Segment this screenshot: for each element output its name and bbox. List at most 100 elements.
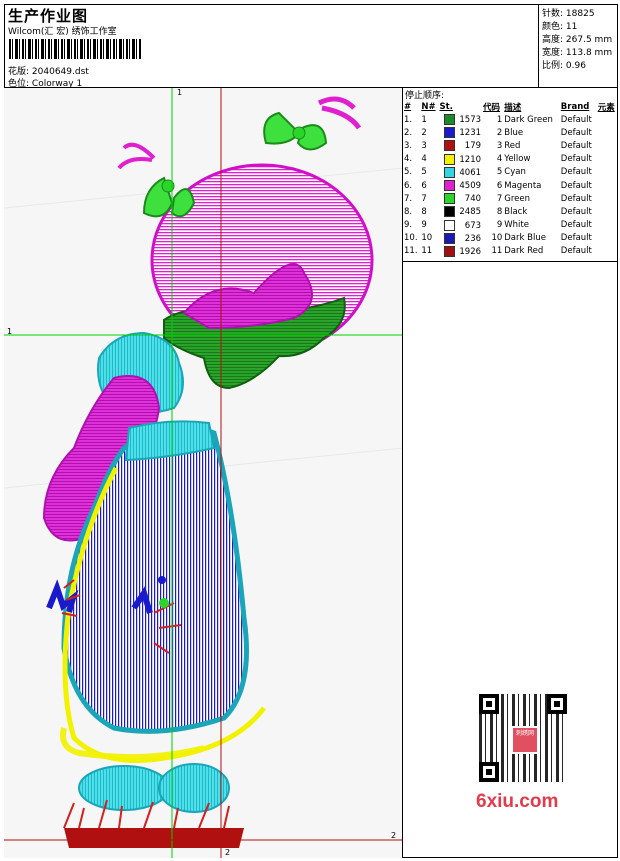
company-name: Wilcom(汇 宏) 绣饰工作室: [8, 27, 117, 37]
row-number: 8: [421, 206, 427, 217]
stitch-count-value: 1573: [459, 115, 482, 126]
color-swatch: [444, 180, 456, 192]
col-description: 描述: [504, 102, 522, 113]
color-swatch: [444, 166, 456, 178]
row-description: White: [504, 220, 529, 231]
row-description: Black: [504, 206, 528, 217]
row-brand: Default: [560, 154, 592, 165]
stop-sequence-panel: 停止顺序: # N# St. 代码 描述 Brand 元素 1. 1 1573 1 Da…: [403, 88, 618, 858]
row-element: [597, 126, 618, 139]
row-stitches: 2485: [438, 205, 482, 218]
table-row: 1. 1 1573 1 Dark Green Default: [403, 113, 618, 126]
col-index: #: [404, 101, 412, 112]
row-description: Red: [504, 140, 521, 151]
col-brand: Brand: [560, 101, 590, 112]
watermark-text: 6xiu.com: [476, 791, 559, 812]
stitch-count-value: 4509: [459, 181, 482, 192]
row-brand: Default: [560, 220, 592, 231]
row-index: 9.: [404, 220, 413, 231]
stitch-count-value: 673: [464, 220, 482, 231]
row-index: 11.: [404, 246, 418, 257]
row-brand: Default: [560, 127, 592, 138]
row-description: Green: [504, 193, 531, 204]
embroidery-preview: 1 1 2 2: [4, 88, 403, 858]
row-code: 2: [496, 127, 503, 138]
green-bow-left: [117, 142, 196, 218]
row-stitches: 1926: [438, 245, 482, 258]
row-index: 8.: [404, 206, 413, 217]
page-title: 生产作业图: [8, 7, 89, 25]
qr-finder-icon: [479, 694, 499, 714]
row-index: 5.: [404, 167, 413, 178]
stitch-count-value: 1231: [459, 128, 482, 139]
row-brand: Default: [560, 140, 592, 151]
row-element: [597, 113, 618, 126]
color-swatch: [444, 245, 456, 257]
row-element: [597, 232, 618, 245]
row-index: 2.: [404, 127, 413, 138]
color-swatch: [444, 193, 456, 205]
stitch-count-value: 4061: [459, 167, 482, 178]
row-code: 8: [496, 206, 503, 217]
color-count: 颜色: 11: [542, 22, 578, 32]
table-row: 8. 8 2485 8 Black Default: [403, 205, 618, 218]
row-stitches: 1210: [438, 153, 482, 166]
row-number: 9: [421, 220, 427, 231]
row-brand: Default: [560, 206, 592, 217]
row-code: 1: [496, 114, 503, 125]
row-element: [597, 219, 618, 232]
color-swatch: [444, 219, 456, 231]
row-brand: Default: [560, 193, 592, 204]
row-element: [597, 139, 618, 152]
row-element: [597, 192, 618, 205]
embroidery-design-image: [4, 88, 402, 858]
stitch-count-value: 2485: [459, 207, 482, 218]
row-description: Dark Green: [504, 114, 553, 125]
row-code: 10: [491, 233, 503, 244]
table-row: 5. 5 4061 5 Cyan Default: [403, 166, 618, 179]
qr-finder-icon: [479, 762, 499, 782]
row-description: Yellow: [504, 154, 531, 165]
row-element: [597, 166, 618, 179]
col-number: N#: [421, 101, 436, 112]
stitch-count: 针数: 18825: [542, 9, 595, 19]
row-index: 7.: [404, 193, 413, 204]
right-shoe: [158, 763, 230, 813]
row-stitches: 236: [438, 232, 482, 245]
row-brand: Default: [560, 114, 592, 125]
row-code: 3: [496, 140, 503, 151]
row-description: Dark Red: [504, 246, 544, 257]
stats-panel: 针数: 18825 颜色: 11 高度: 267.5 mm 宽度: 113.8 …: [539, 4, 618, 88]
color-swatch: [444, 114, 456, 126]
row-code: 5: [496, 167, 503, 178]
stop-sequence-table: # N# St. 代码 描述 Brand 元素 1. 1 1573 1 Dark Gre…: [403, 100, 618, 258]
qr-logo: 刺绣网: [511, 726, 539, 754]
guide-label-h2: 2: [391, 831, 397, 840]
row-index: 6.: [404, 180, 413, 191]
color-swatch: [444, 153, 456, 165]
row-element: [597, 245, 618, 258]
row-number: 1: [421, 114, 427, 125]
design-scale: 比例: 0.96: [542, 61, 586, 71]
left-shoe: [78, 765, 170, 811]
row-element: [597, 205, 618, 218]
guide-label-v1: 1: [177, 88, 183, 97]
design-height: 高度: 267.5 mm: [542, 35, 613, 45]
stitch-count-value: 1926: [459, 246, 482, 257]
row-stitches: 179: [438, 139, 482, 152]
row-brand: Default: [560, 246, 592, 257]
table-row: 11. 11 1926 11 Dark Red Default: [403, 245, 618, 258]
col-code: 代码: [483, 102, 501, 113]
row-number: 7: [421, 193, 427, 204]
color-swatch: [444, 140, 456, 152]
table-row: 10. 10 236 10 Dark Blue Default: [403, 232, 618, 245]
color-swatch: [444, 206, 456, 218]
row-number: 11: [421, 246, 433, 257]
row-description: Cyan: [504, 167, 526, 178]
table-row: 3. 3 179 3 Red Default: [403, 139, 618, 152]
row-stitches: 4061: [438, 166, 482, 179]
stitch-count-value: 236: [464, 233, 482, 244]
row-number: 3: [421, 140, 427, 151]
row-code: 4: [496, 154, 503, 165]
row-code: 6: [496, 180, 503, 191]
